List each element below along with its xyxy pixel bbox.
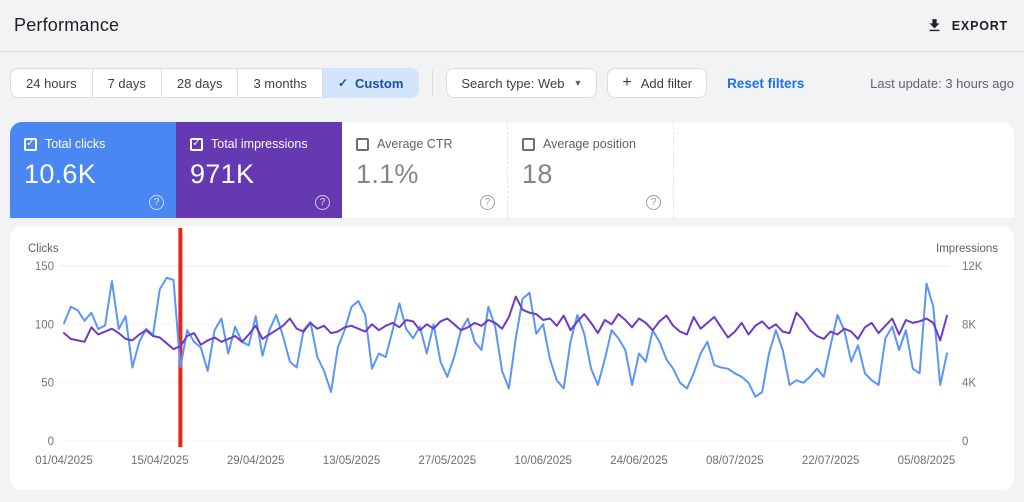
left-axis-tick: 150 (35, 261, 54, 273)
right-axis-tick: 8K (962, 319, 976, 331)
metric-value: 971K (190, 159, 255, 189)
help-icon[interactable]: ? (149, 195, 164, 210)
metric-card-total-impressions[interactable]: ✓ Total impressions 971K ? (176, 122, 342, 218)
checkbox-average-ctr[interactable]: ✓ (356, 137, 369, 151)
right-axis-tick: 0 (962, 436, 968, 448)
metric-value: 1.1% (356, 159, 419, 189)
help-icon[interactable]: ? (480, 195, 495, 210)
impressions-line (63, 295, 948, 351)
date-range-control: 24 hours 7 days 28 days 3 months ✓ Custo… (10, 68, 420, 98)
page-header: Performance EXPORT (0, 0, 1024, 52)
page-title: Performance (14, 15, 120, 35)
x-axis-tick: 22/07/2025 (802, 455, 860, 467)
metric-value: 10.6K (24, 159, 97, 189)
metric-label: Total impressions (211, 137, 308, 151)
plus-icon: + (622, 74, 632, 91)
metric-card-total-clicks[interactable]: ✓ Total clicks 10.6K ? (10, 122, 176, 218)
export-label: EXPORT (951, 18, 1008, 33)
date-range-7-days[interactable]: 7 days (92, 68, 162, 98)
performance-chart-panel: 150 12K 100 8K 50 4K 0 0 Clicks Impressions 01/04/… (10, 226, 1014, 490)
help-icon[interactable]: ? (646, 195, 661, 210)
toolbar-divider (432, 70, 434, 96)
date-range-3-months[interactable]: 3 months (238, 68, 323, 98)
checkbox-average-position[interactable]: ✓ (522, 137, 535, 151)
x-axis-tick: 10/06/2025 (514, 455, 572, 467)
x-axis-tick: 27/05/2025 (419, 455, 477, 467)
right-axis-tick: 12K (962, 261, 983, 273)
x-axis-tick: 08/07/2025 (706, 455, 764, 467)
metric-label: Total clicks (45, 137, 106, 151)
x-axis-tick: 13/05/2025 (323, 455, 381, 467)
date-range-24-hours[interactable]: 24 hours (10, 68, 93, 98)
last-update-text: Last update: 3 hours ago (870, 75, 1014, 91)
reset-filters-link[interactable]: Reset filters (727, 76, 804, 91)
x-axis-tick: 29/04/2025 (227, 455, 285, 467)
help-icon[interactable]: ? (315, 195, 330, 210)
add-filter-button[interactable]: + Add filter (607, 68, 708, 98)
x-axis-tick: 01/04/2025 (35, 455, 93, 467)
clicks-impressions-chart[interactable]: 150 12K 100 8K 50 4K 0 0 Clicks Impressions 01/04/… (10, 226, 1014, 490)
metric-card-average-position[interactable]: ✓ Average position 18 ? (508, 122, 674, 218)
export-button[interactable]: EXPORT (926, 17, 1008, 34)
check-icon: ✓ (26, 138, 35, 149)
left-axis-title: Clicks (28, 243, 59, 255)
metric-card-average-ctr[interactable]: ✓ Average CTR 1.1% ? (342, 122, 508, 218)
check-icon: ✓ (192, 138, 201, 149)
x-axis-tick: 24/06/2025 (610, 455, 668, 467)
date-range-custom[interactable]: ✓ Custom (322, 68, 420, 98)
right-axis-title: Impressions (936, 243, 998, 255)
right-axis-tick: 4K (962, 378, 976, 390)
left-axis-tick: 0 (48, 436, 54, 448)
left-axis-tick: 50 (41, 378, 54, 390)
date-range-28-days[interactable]: 28 days (161, 68, 239, 98)
metric-label: Average CTR (377, 137, 453, 151)
metrics-panel: ✓ Total clicks 10.6K ? ✓ Total impressio… (10, 122, 1014, 218)
x-axis-tick: 05/08/2025 (898, 455, 956, 467)
metric-label: Average position (543, 137, 636, 151)
checkbox-total-clicks[interactable]: ✓ (24, 137, 37, 151)
check-icon: ✓ (337, 76, 348, 90)
metric-value: 18 (522, 159, 553, 189)
search-type-dropdown[interactable]: Search type: Web ▼ (446, 68, 598, 98)
x-axis-tick: 15/04/2025 (131, 455, 189, 467)
left-axis-tick: 100 (35, 319, 54, 331)
chevron-down-icon: ▼ (573, 78, 583, 88)
download-icon (929, 19, 940, 32)
filter-toolbar: 24 hours 7 days 28 days 3 months ✓ Custo… (10, 68, 1014, 98)
checkbox-total-impressions[interactable]: ✓ (190, 137, 203, 151)
